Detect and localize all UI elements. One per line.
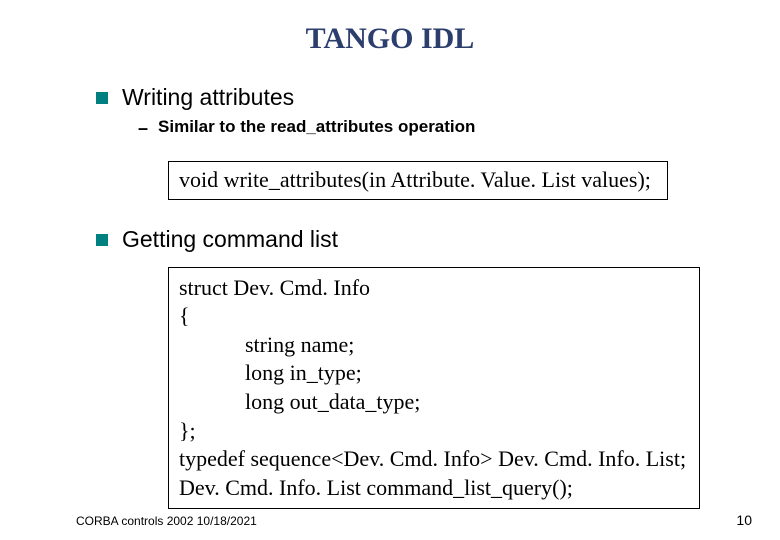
- dash-bullet-icon: –: [138, 117, 148, 139]
- page-number: 10: [736, 512, 752, 528]
- slide-title: TANGO IDL: [40, 22, 740, 56]
- code-line: Dev. Cmd. Info. List command_list_query(…: [179, 474, 689, 503]
- code-line: long in_type;: [179, 359, 689, 388]
- code-line: string name;: [179, 331, 689, 360]
- code-line: };: [179, 417, 689, 446]
- code-line: typedef sequence<Dev. Cmd. Info> Dev. Cm…: [179, 445, 689, 474]
- bullet-text: Getting command list: [122, 226, 338, 253]
- code-line: void write_attributes(in Attribute. Valu…: [179, 166, 657, 195]
- code-line: struct Dev. Cmd. Info: [179, 274, 689, 303]
- slide: TANGO IDL Writing attributes – Similar t…: [0, 0, 780, 540]
- footer-text: CORBA controls 2002 10/18/2021: [76, 514, 257, 528]
- footer: CORBA controls 2002 10/18/2021 10: [76, 512, 752, 528]
- code-line: long out_data_type;: [179, 388, 689, 417]
- bullet-text: Writing attributes: [122, 84, 294, 111]
- spacer: [40, 200, 740, 218]
- code-line: {: [179, 302, 689, 331]
- sub-bullet-item: – Similar to the read_attributes operati…: [138, 117, 740, 139]
- code-box-write-attributes: void write_attributes(in Attribute. Valu…: [168, 161, 668, 200]
- code-box-dev-cmd-info: struct Dev. Cmd. Info { string name; lon…: [168, 267, 700, 510]
- bullet-item-writing-attributes: Writing attributes: [96, 84, 740, 111]
- bullet-item-getting-command-list: Getting command list: [96, 226, 740, 253]
- square-bullet-icon: [96, 92, 108, 104]
- square-bullet-icon: [96, 234, 108, 246]
- sub-bullet-text: Similar to the read_attributes operation: [158, 117, 475, 137]
